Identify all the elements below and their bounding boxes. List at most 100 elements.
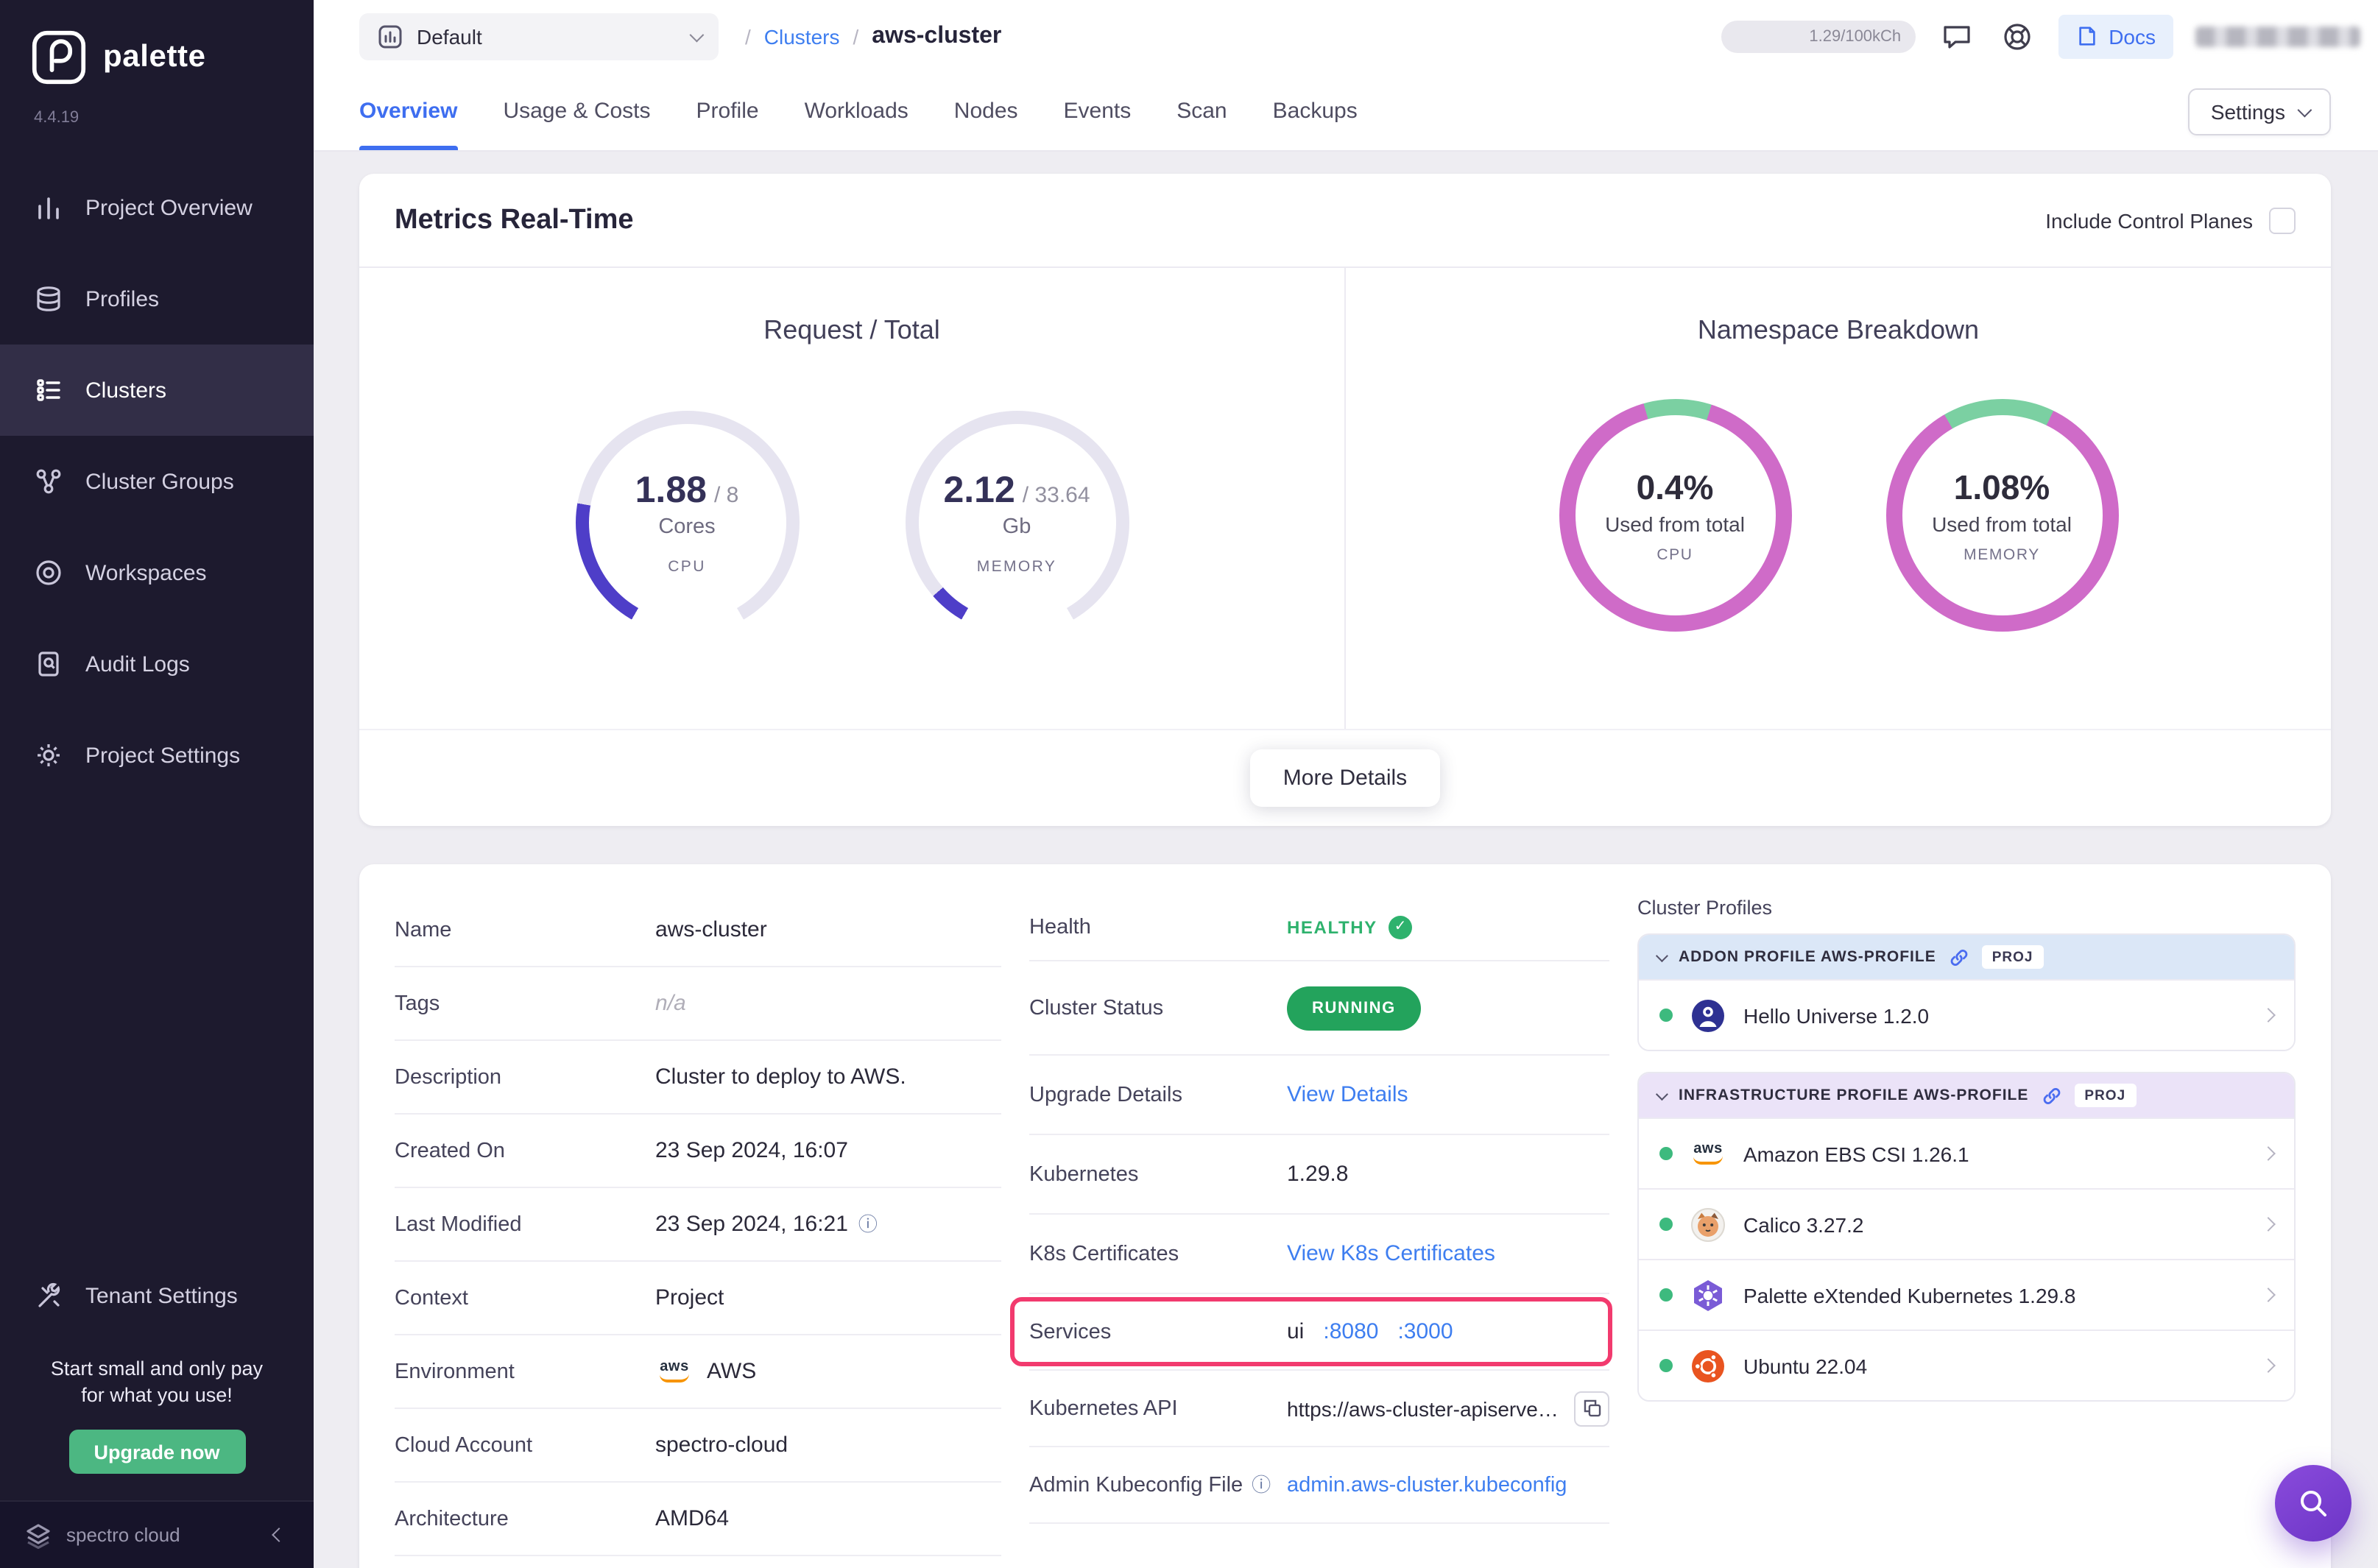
breadcrumb-clusters-link[interactable]: Clusters — [764, 24, 840, 48]
cluster-status-row: Cluster Status RUNNING — [1029, 961, 1609, 1056]
detail-row-tags: Tagsn/a — [395, 967, 1001, 1041]
search-icon — [2296, 1486, 2331, 1521]
services-row: Services ui :8080 :3000 — [1029, 1294, 1609, 1371]
detail-row-last-modified: Last Modified23 Sep 2024, 16:21 ⓘ — [395, 1188, 1001, 1262]
copy-icon — [1582, 1399, 1601, 1418]
tab-usage-costs[interactable]: Usage & Costs — [503, 72, 650, 150]
view-k8s-certificates-link[interactable]: View K8s Certificates — [1287, 1241, 1495, 1266]
profile-layer-amazon-ebs-csi[interactable]: aws Amazon EBS CSI 1.26.1 — [1639, 1117, 2294, 1188]
infrastructure-profile-header[interactable]: INFRASTRUCTURE PROFILE AWS-PROFILE PROJ — [1639, 1073, 2294, 1117]
status-dot — [1659, 1218, 1673, 1231]
sidebar-item-profiles[interactable]: Profiles — [0, 253, 314, 345]
search-fab[interactable] — [2275, 1465, 2351, 1541]
cluster-details-card: Nameaws-cluster Tagsn/a DescriptionClust… — [359, 864, 2331, 1568]
main-area: Default / Clusters / aws-cluster 1.29/10… — [314, 0, 2378, 1568]
tab-overview[interactable]: Overview — [359, 72, 457, 150]
sidebar: palette 4.4.19 Project Overview Profiles… — [0, 0, 314, 1568]
breadcrumb-current: aws-cluster — [872, 23, 1001, 49]
sidebar-item-workspaces[interactable]: Workspaces — [0, 527, 314, 618]
chevron-down-icon — [1656, 950, 1668, 962]
clusters-list-icon — [34, 375, 63, 405]
chat-button[interactable] — [1938, 17, 1976, 55]
metrics-title: Metrics Real-Time — [395, 204, 634, 236]
sidebar-item-project-overview[interactable]: Project Overview — [0, 162, 314, 253]
tab-events[interactable]: Events — [1064, 72, 1132, 150]
infrastructure-profile-group: INFRASTRUCTURE PROFILE AWS-PROFILE PROJ … — [1637, 1072, 2296, 1402]
user-name-redacted[interactable] — [2195, 26, 2360, 46]
detail-row-description: DescriptionCluster to deploy to AWS. — [395, 1041, 1001, 1115]
kubernetes-api-url: https://aws-cluster-apiserve… — [1287, 1396, 1565, 1420]
profile-layer-palette-extended-kubernetes[interactable]: Palette eXtended Kubernetes 1.29.8 — [1639, 1259, 2294, 1329]
sidebar-collapse-button[interactable] — [268, 1524, 290, 1546]
breadcrumb: / Clusters / aws-cluster — [745, 23, 1001, 49]
lifebuoy-icon — [2001, 20, 2033, 52]
promo-text: Start small and only pay for what you us… — [24, 1355, 290, 1409]
sidebar-item-tenant-settings[interactable]: Tenant Settings — [0, 1258, 314, 1335]
tab-profile[interactable]: Profile — [696, 72, 759, 150]
tab-scan[interactable]: Scan — [1176, 72, 1227, 150]
spectro-cloud-label: spectro cloud — [66, 1524, 180, 1546]
addon-profile-group: ADDON PROFILE AWS-PROFILE PROJ Hello Uni… — [1637, 933, 2296, 1051]
aws-logo: aws — [655, 1360, 694, 1382]
namespace-breakdown-title: Namespace Breakdown — [1698, 315, 1979, 346]
settings-button[interactable]: Settings — [2189, 88, 2331, 135]
tab-backups[interactable]: Backups — [1273, 72, 1358, 150]
sidebar-item-clusters[interactable]: Clusters — [0, 345, 314, 436]
sidebar-item-audit-logs[interactable]: Audit Logs — [0, 618, 314, 710]
include-control-planes-checkbox[interactable] — [2269, 207, 2296, 233]
proj-badge: PROJ — [1982, 945, 2044, 969]
copy-button[interactable] — [1574, 1391, 1609, 1426]
health-row: Health HEALTHY ✓ — [1029, 894, 1609, 961]
service-port-link[interactable]: :8080 — [1323, 1319, 1378, 1344]
hello-universe-icon — [1690, 997, 1726, 1033]
palette-logo-icon — [31, 29, 87, 85]
proj-badge: PROJ — [2074, 1084, 2136, 1107]
cluster-tabs: Overview Usage & Costs Profile Workloads… — [359, 72, 1358, 150]
calico-icon — [1690, 1207, 1726, 1242]
chevron-right-icon — [2261, 1288, 2276, 1302]
service-port-link[interactable]: :3000 — [1397, 1319, 1453, 1344]
tools-icon — [34, 1282, 63, 1311]
layers-icon — [34, 284, 63, 314]
profile-layer-calico[interactable]: Calico 3.27.2 — [1639, 1188, 2294, 1259]
memory-gauge: 2.12/ 33.64 Gb MEMORY — [905, 411, 1129, 635]
upgrade-now-button[interactable]: Upgrade now — [68, 1430, 245, 1474]
kubeconfig-download-link[interactable]: admin.aws-cluster.kubeconfig — [1287, 1473, 1567, 1497]
addon-profile-header[interactable]: ADDON PROFILE AWS-PROFILE PROJ — [1639, 935, 2294, 979]
detail-row-name: Nameaws-cluster — [395, 894, 1001, 967]
profile-layer-hello-universe[interactable]: Hello Universe 1.2.0 — [1639, 979, 2294, 1050]
app-version: 4.4.19 — [0, 91, 314, 162]
topbar: Default / Clusters / aws-cluster 1.29/10… — [314, 0, 2378, 150]
sidebar-item-label: Project Settings — [85, 743, 240, 768]
tab-workloads[interactable]: Workloads — [805, 72, 908, 150]
request-total-section: Request / Total 1.88/ 8 Cores CPU — [359, 268, 1344, 729]
profile-layer-ubuntu[interactable]: Ubuntu 22.04 — [1639, 1329, 2294, 1400]
more-details-button[interactable]: More Details — [1251, 749, 1439, 807]
upgrade-promo: Start small and only pay for what you us… — [0, 1335, 314, 1500]
tab-nodes[interactable]: Nodes — [954, 72, 1018, 150]
details-column: Nameaws-cluster Tagsn/a DescriptionClust… — [395, 894, 1001, 1568]
sidebar-item-cluster-groups[interactable]: Cluster Groups — [0, 436, 314, 527]
chart-icon — [34, 193, 63, 222]
cpu-gauge: 1.88/ 8 Cores CPU — [575, 411, 799, 635]
project-selector[interactable]: Default — [359, 13, 719, 60]
detail-row-environment: Environment aws AWS — [395, 1335, 1001, 1409]
upgrade-details-row: Upgrade Details View Details — [1029, 1056, 1609, 1135]
spectro-cloud-logo-icon — [24, 1520, 53, 1550]
info-icon: ⓘ — [858, 1215, 878, 1234]
cluster-groups-icon — [34, 467, 63, 496]
request-total-title: Request / Total — [763, 315, 940, 346]
sidebar-item-project-settings[interactable]: Project Settings — [0, 710, 314, 801]
view-details-link[interactable]: View Details — [1287, 1082, 1408, 1107]
kubernetes-icon — [1690, 1277, 1726, 1313]
project-scope-icon — [377, 23, 403, 49]
info-icon: ⓘ — [1252, 1475, 1271, 1494]
help-button[interactable] — [1998, 17, 2036, 55]
detail-row-architecture: ArchitectureAMD64 — [395, 1483, 1001, 1556]
link-icon — [1950, 947, 1969, 967]
docs-button[interactable]: Docs — [2058, 14, 2173, 58]
status-dot — [1659, 1359, 1673, 1372]
ubuntu-icon — [1690, 1348, 1726, 1383]
aws-logo: aws — [1690, 1136, 1726, 1171]
metrics-card: Metrics Real-Time Include Control Planes… — [359, 174, 2331, 826]
